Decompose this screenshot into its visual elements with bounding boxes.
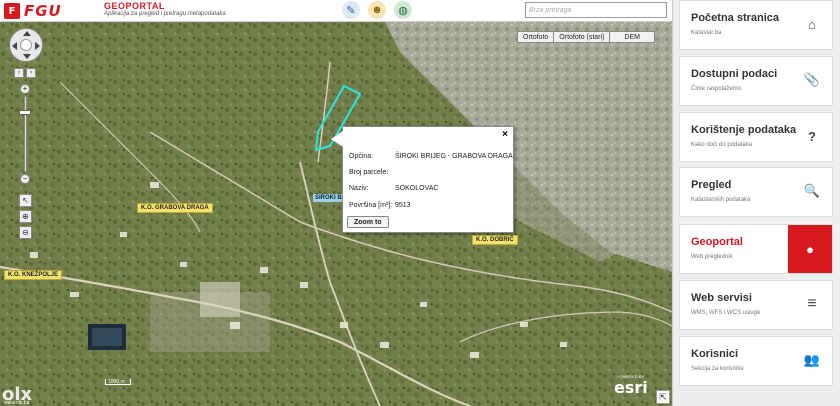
rotate-controls: ‹ › <box>14 68 36 78</box>
identify-tool-icon[interactable]: ↖ <box>19 194 32 207</box>
home-icon: ⌂ <box>808 16 816 32</box>
ko-label: K.O. DOBRIČ <box>472 235 518 245</box>
logo-text: FGU <box>24 2 62 20</box>
zoom-in-icon[interactable]: + <box>20 84 30 94</box>
pan-navigator[interactable] <box>9 28 43 62</box>
sidebar-item-geoportal[interactable]: Geoportal Web preglednik ● <box>679 224 833 274</box>
quick-search-input[interactable] <box>525 2 667 18</box>
pan-up-icon[interactable] <box>23 31 31 36</box>
popup-row: Broj parcele: <box>349 169 395 176</box>
brand-subtitle: Aplikacija za pregled i pretragu metapod… <box>104 11 226 17</box>
sidebar-item-web-servisi[interactable]: Web servisi WMS, WFS i WCS usluge ≡ <box>679 280 833 330</box>
satellite-imagery <box>0 22 672 406</box>
users-icon: 👥 <box>803 352 821 367</box>
popup-row: Površina [m²]: 9513 <box>349 202 411 209</box>
sidebar-nav: Početna stranica Katastar.ba ⌂ Dostupni … <box>672 0 840 406</box>
popup-row: Naziv: SOKOLOVAC <box>349 185 438 192</box>
sidebar-item-subtitle: Web preglednik <box>691 254 733 260</box>
sidebar-item-subtitle: WMS, WFS i WCS usluge <box>691 310 761 316</box>
zoom-box-in-icon[interactable]: ⊕ <box>19 210 32 223</box>
sidebar-item-subtitle: Katastarskih podataka <box>691 197 751 203</box>
sidebar-item-dostupni-podaci[interactable]: Dostupni podaci Čime raspolažemo 📎 <box>679 56 833 106</box>
sidebar-item-title: Web servisi <box>691 292 752 304</box>
zoom-box-out-icon[interactable]: ⊖ <box>19 226 32 239</box>
zoom-to-button[interactable]: Zoom to <box>347 216 389 228</box>
popup-key: Površina [m²]: <box>349 202 393 209</box>
popup-row: Općina: ŠIROKI BRIJEG - GRABOVA DRAGA <box>349 153 513 160</box>
rotate-right-icon[interactable]: › <box>26 68 36 78</box>
sidebar-item-title: Pregled <box>691 179 732 191</box>
basemap-ortofoto-button[interactable]: Ortofoto <box>517 31 555 43</box>
basemap-ortofoto-stari-button[interactable]: Ortofoto (stari) <box>554 31 611 43</box>
header-bar: F FGU GEOPORTAL Aplikacija za pregled i … <box>0 0 672 22</box>
sidebar-item-subtitle: Sekcija za korisnike <box>691 366 744 372</box>
logo-mark: F <box>4 3 20 19</box>
zoom-slider-thumb[interactable] <box>19 110 31 115</box>
user-badge-icon[interactable]: ☻ <box>368 1 386 19</box>
tools-icon[interactable]: ✎ <box>342 1 360 19</box>
scale-label: 1000 m <box>108 379 125 385</box>
rotate-left-icon[interactable]: ‹ <box>14 68 24 78</box>
paperclip-icon: 📎 <box>803 72 821 87</box>
sidebar-item-subtitle: Kako doći do podataka <box>691 142 753 148</box>
search-icon: 🔍 <box>803 183 821 198</box>
question-icon: ? <box>808 128 816 144</box>
sidebar-item-pocetna[interactable]: Početna stranica Katastar.ba ⌂ <box>679 0 833 50</box>
popup-key: Općina: <box>349 153 374 160</box>
database-icon: ≡ <box>807 295 817 312</box>
popup-key: Naziv: <box>349 185 369 192</box>
geoportal-app: F FGU GEOPORTAL Aplikacija za pregled i … <box>0 0 840 406</box>
sidebar-item-korisnici[interactable]: Korisnici Sekcija za korisnike 👥 <box>679 336 833 386</box>
close-icon[interactable]: × <box>502 129 508 140</box>
parcel-info-popup: × Općina: ŠIROKI BRIJEG - GRABOVA DRAGA … <box>331 126 514 233</box>
sidebar-item-title: Korištenje podataka <box>691 124 797 136</box>
fgu-logo[interactable]: F FGU <box>4 2 100 20</box>
pan-right-icon[interactable] <box>35 42 40 50</box>
sidebar-item-title: Početna stranica <box>691 12 780 24</box>
ko-label: K.O. GRABOVA DRAGA <box>137 203 213 213</box>
ko-label: K.O. KNEŽPOLJE <box>4 270 63 280</box>
globe-icon[interactable]: ◍ <box>394 1 412 19</box>
sidebar-item-koristenje[interactable]: Korištenje podataka Kako doći do podatak… <box>679 112 833 162</box>
map-marker-icon: ● <box>788 225 832 273</box>
popup-value: ŠIROKI BRIJEG - GRABOVA DRAGA <box>395 153 513 160</box>
zoom-slider-track[interactable] <box>24 96 27 172</box>
brand: GEOPORTAL Aplikacija za pregled i pretra… <box>104 1 226 17</box>
sidebar-item-title: Geoportal <box>691 236 743 248</box>
basemap-dem-button[interactable]: DEM <box>610 31 655 43</box>
sidebar-item-title: Dostupni podaci <box>691 68 778 80</box>
sidebar-item-subtitle: Čime raspolažemo <box>691 86 742 92</box>
sidebar-item-subtitle: Katastar.ba <box>691 30 722 36</box>
popup-value: 9513 <box>395 202 411 209</box>
sidebar-item-title: Korisnici <box>691 348 739 360</box>
pan-center-icon[interactable] <box>20 39 32 51</box>
popup-value: SOKOLOVAC <box>395 185 439 192</box>
popup-pointer <box>331 131 343 147</box>
brand-title: GEOPORTAL <box>104 1 165 11</box>
esri-logo: esri <box>614 378 648 397</box>
pan-left-icon[interactable] <box>12 42 17 50</box>
sidebar-item-pregled[interactable]: Pregled Katastarskih podataka 🔍 <box>679 167 833 217</box>
popup-key: Broj parcele: <box>349 169 389 176</box>
basemap-switcher: Ortofoto Ortofoto (stari) DEM <box>517 31 655 43</box>
map-view[interactable]: Ortofoto Ortofoto (stari) DEM ‹ › + − ↖ … <box>0 22 672 406</box>
pan-down-icon[interactable] <box>23 54 31 59</box>
zoom-out-icon[interactable]: − <box>20 174 30 184</box>
expand-icon[interactable]: ⇱ <box>656 390 670 404</box>
olx-watermark-url: www.olx.ba <box>4 400 30 406</box>
header-icons: ✎ ☻ ◍ <box>342 1 412 19</box>
